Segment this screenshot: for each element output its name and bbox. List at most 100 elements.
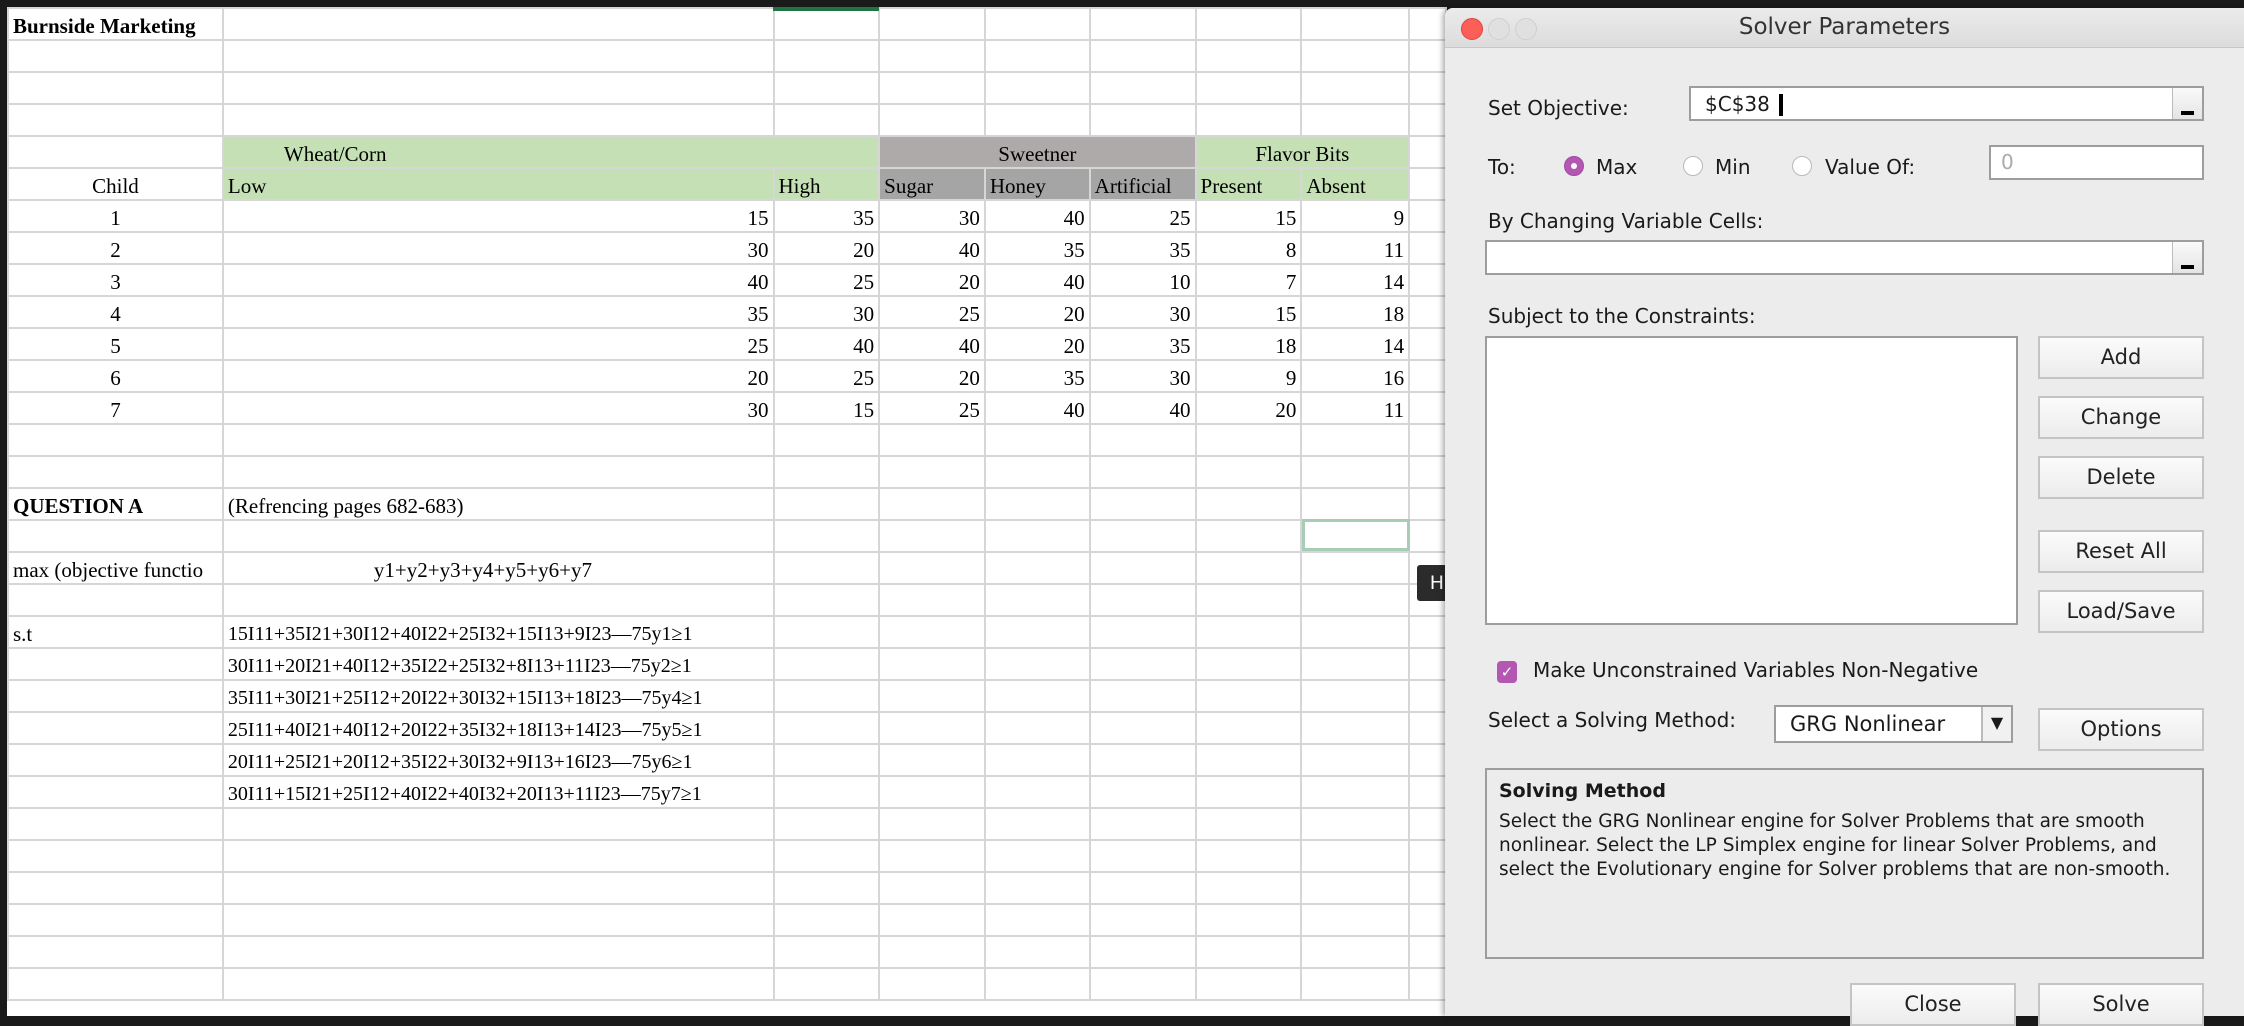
cell[interactable]: [1408, 391, 1447, 425]
cell[interactable]: [1300, 487, 1411, 521]
data-cell[interactable]: 30: [772, 295, 881, 329]
cell[interactable]: [1300, 647, 1411, 681]
range-picker-button[interactable]: [2172, 88, 2202, 119]
cell[interactable]: [7, 71, 224, 105]
data-cell[interactable]: 40: [983, 391, 1091, 425]
cell[interactable]: [1088, 647, 1197, 681]
cell[interactable]: [772, 39, 881, 73]
max-radio[interactable]: [1564, 156, 1584, 176]
cell[interactable]: [1088, 103, 1197, 137]
cell[interactable]: [1088, 583, 1197, 617]
load-save-button[interactable]: Load/Save: [2038, 590, 2204, 633]
cell[interactable]: [1088, 71, 1197, 105]
cell[interactable]: [772, 839, 881, 873]
data-cell[interactable]: 18: [1300, 295, 1411, 329]
cell[interactable]: [878, 103, 986, 137]
data-cell[interactable]: 14: [1300, 263, 1411, 297]
cell[interactable]: [878, 423, 986, 457]
cell[interactable]: [878, 39, 986, 73]
cell[interactable]: [983, 743, 1091, 777]
cell[interactable]: [1300, 455, 1411, 489]
question-a-label[interactable]: QUESTION A: [7, 487, 224, 521]
cell[interactable]: [1408, 775, 1447, 809]
data-cell[interactable]: 20: [878, 263, 986, 297]
cell[interactable]: [1300, 743, 1411, 777]
data-cell[interactable]: 20: [221, 359, 775, 393]
cell[interactable]: [1300, 711, 1411, 745]
data-cell[interactable]: 9: [1194, 359, 1303, 393]
cell[interactable]: [1194, 7, 1303, 41]
data-cell[interactable]: 15: [221, 199, 775, 233]
header-sugar[interactable]: Sugar: [878, 167, 986, 201]
data-cell[interactable]: 11: [1300, 391, 1411, 425]
cell[interactable]: [878, 455, 986, 489]
cell[interactable]: [1194, 775, 1303, 809]
cell[interactable]: [221, 903, 775, 937]
constraints-list[interactable]: [1485, 336, 2018, 625]
cell[interactable]: [221, 7, 775, 41]
cell[interactable]: [983, 903, 1091, 937]
cell[interactable]: [772, 615, 881, 649]
cell[interactable]: [1300, 775, 1411, 809]
cell[interactable]: [1408, 135, 1447, 169]
value-of-radio[interactable]: [1792, 156, 1812, 176]
cell[interactable]: [772, 647, 881, 681]
cell[interactable]: [1088, 807, 1197, 841]
cell[interactable]: [1300, 615, 1411, 649]
cell[interactable]: [1194, 71, 1303, 105]
cell[interactable]: [7, 711, 224, 745]
cell[interactable]: [221, 39, 775, 73]
cell[interactable]: [1194, 615, 1303, 649]
data-cell[interactable]: 40: [772, 327, 881, 361]
data-cell[interactable]: 25: [221, 327, 775, 361]
cell[interactable]: [1408, 39, 1447, 73]
cell[interactable]: [1194, 679, 1303, 713]
cell[interactable]: [1408, 423, 1447, 457]
cell[interactable]: [878, 711, 986, 745]
cell[interactable]: [878, 615, 986, 649]
min-radio[interactable]: [1683, 156, 1703, 176]
cell[interactable]: [983, 71, 1091, 105]
cell[interactable]: [221, 871, 775, 905]
cell[interactable]: [1300, 679, 1411, 713]
cell[interactable]: [772, 967, 881, 1001]
cell[interactable]: [1088, 679, 1197, 713]
cell[interactable]: [1194, 743, 1303, 777]
add-button[interactable]: Add: [2038, 336, 2204, 379]
cell[interactable]: [772, 743, 881, 777]
header-wheat-corn[interactable]: Wheat/Corn: [221, 135, 881, 169]
data-cell[interactable]: 40: [1088, 391, 1197, 425]
nonnegative-checkbox[interactable]: ✓: [1497, 661, 1517, 683]
cell[interactable]: [772, 583, 881, 617]
cell[interactable]: [7, 807, 224, 841]
cell[interactable]: [7, 839, 224, 873]
cell[interactable]: [7, 871, 224, 905]
data-cell[interactable]: 20: [772, 231, 881, 265]
cell[interactable]: [7, 647, 224, 681]
cell[interactable]: [1088, 775, 1197, 809]
cell[interactable]: [1408, 231, 1447, 265]
cell[interactable]: [1408, 647, 1447, 681]
cell[interactable]: [878, 583, 986, 617]
cell[interactable]: [1194, 455, 1303, 489]
data-cell[interactable]: 15: [772, 391, 881, 425]
cell[interactable]: [1088, 39, 1197, 73]
data-cell[interactable]: 40: [983, 199, 1091, 233]
cell[interactable]: [1300, 967, 1411, 1001]
cell[interactable]: [878, 7, 986, 41]
cell[interactable]: [878, 71, 986, 105]
cell[interactable]: [1194, 711, 1303, 745]
cell[interactable]: [983, 615, 1091, 649]
data-cell[interactable]: 30: [1088, 359, 1197, 393]
cell[interactable]: [1408, 871, 1447, 905]
value-of-label[interactable]: Value Of:: [1825, 155, 1915, 179]
cell[interactable]: [1408, 743, 1447, 777]
cell[interactable]: [878, 551, 986, 585]
cell[interactable]: [772, 711, 881, 745]
cell[interactable]: [1088, 423, 1197, 457]
cell[interactable]: [878, 807, 986, 841]
data-cell[interactable]: 35: [1088, 327, 1197, 361]
child-number[interactable]: 7: [7, 391, 224, 425]
cell[interactable]: [1408, 359, 1447, 393]
cell[interactable]: [983, 7, 1091, 41]
